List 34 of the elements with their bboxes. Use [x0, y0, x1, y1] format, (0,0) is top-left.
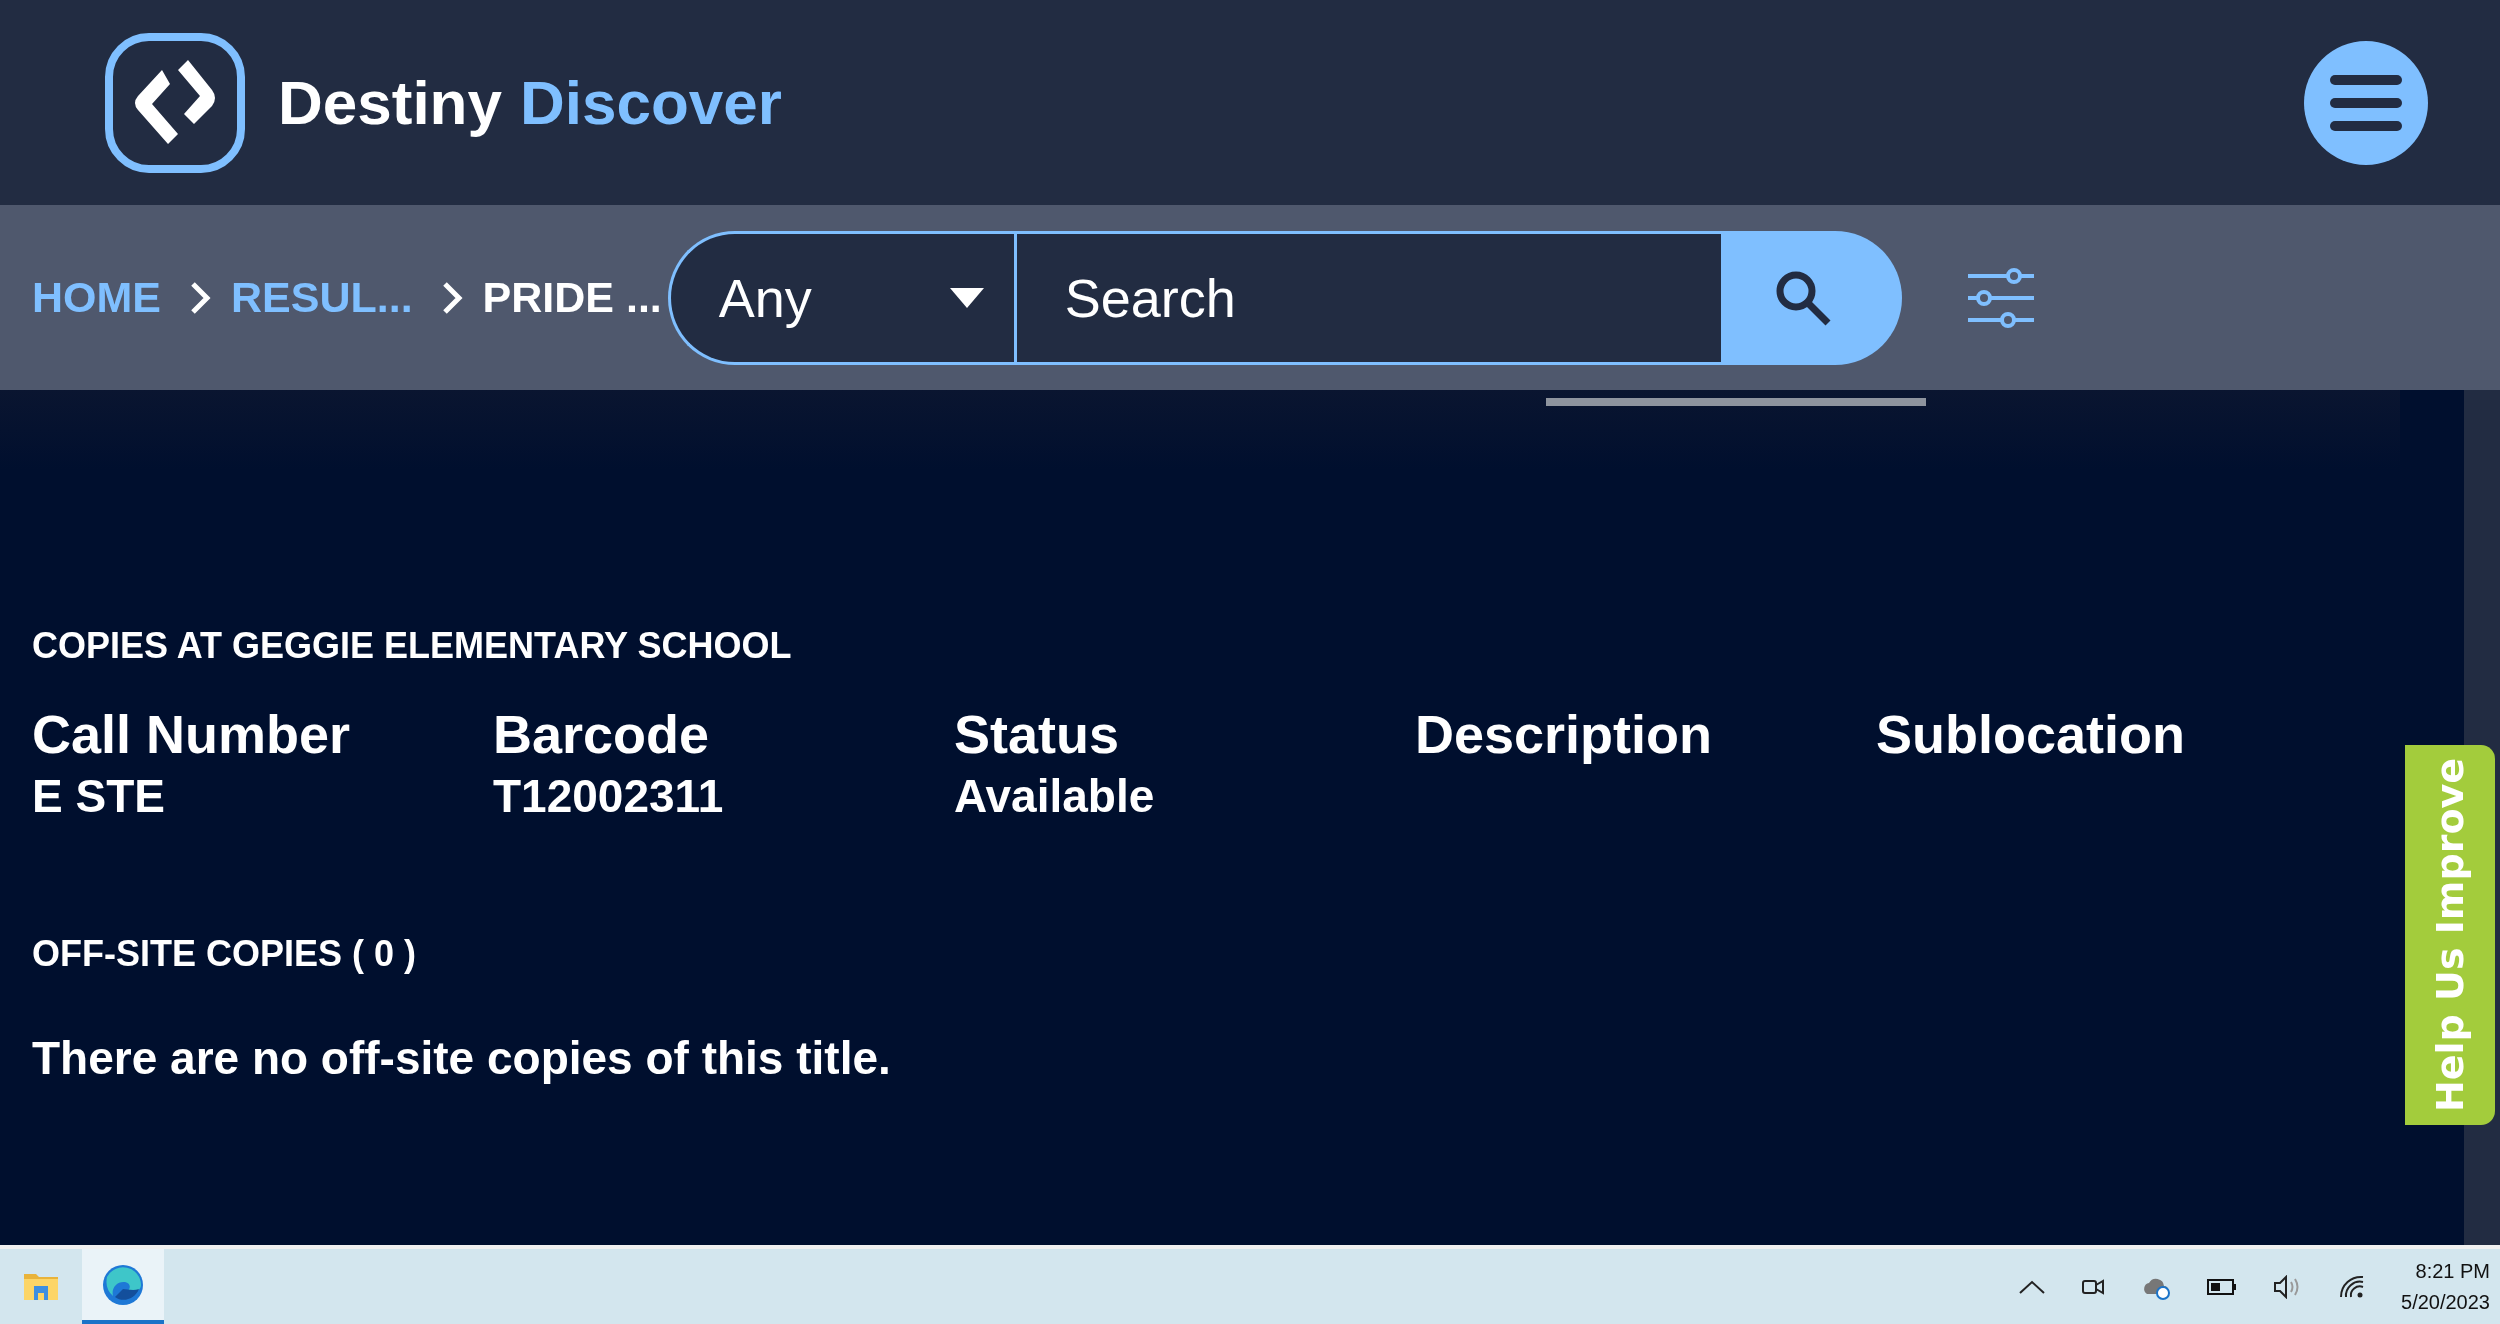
chevron-up-icon[interactable] — [2019, 1279, 2045, 1294]
column-header: Call Number — [32, 703, 352, 765]
section-title: OFF-SITE COPIES ( 0 ) — [32, 933, 418, 975]
scope-dropdown[interactable]: Any — [667, 230, 1014, 365]
breadcrumb-link[interactable]: RESUL... — [231, 273, 413, 322]
chevron-icon — [189, 279, 213, 316]
caret-icon — [949, 287, 984, 308]
filter-sliders-icon[interactable] — [1967, 267, 2034, 328]
logo-icon — [104, 31, 246, 174]
column-header: Barcode — [493, 703, 711, 765]
column-header: Sublocation — [1876, 703, 2186, 765]
wifi-icon[interactable] — [2339, 1274, 2365, 1299]
clock-time: 8:21 PM — [2415, 1259, 2490, 1283]
brand-name: Destiny — [278, 67, 502, 138]
clock-date: 5/20/2023 — [2401, 1290, 2490, 1314]
section-title: COPIES AT GEGGIE ELEMENTARY SCHOOL — [32, 625, 793, 667]
column-header: Status — [954, 703, 1121, 765]
empty-message: There are no off-site copies of this title. — [32, 1031, 892, 1085]
scroll-thumb[interactable] — [1546, 398, 1926, 406]
table-cell-text: E STE — [32, 769, 166, 823]
search-field[interactable]: Search — [1013, 230, 1724, 365]
taskbar-app[interactable] — [82, 1249, 164, 1324]
browser-icon — [101, 1262, 145, 1307]
brand-name: Discover — [519, 67, 782, 138]
table-cell-text: T12002311 — [493, 769, 725, 823]
breadcrumb-link[interactable]: HOME — [32, 273, 161, 322]
feedback-tab[interactable]: Help Us Improve — [2405, 745, 2495, 1125]
battery-icon[interactable] — [2207, 1278, 2237, 1295]
table-cell-text: Available — [954, 769, 1156, 823]
menu-icon — [2330, 74, 2402, 131]
column-header: Description — [1415, 703, 1714, 765]
chevron-icon — [440, 279, 465, 316]
search-button[interactable] — [1723, 230, 1902, 365]
breadcrumb-current[interactable]: PRIDE ... — [482, 273, 662, 322]
